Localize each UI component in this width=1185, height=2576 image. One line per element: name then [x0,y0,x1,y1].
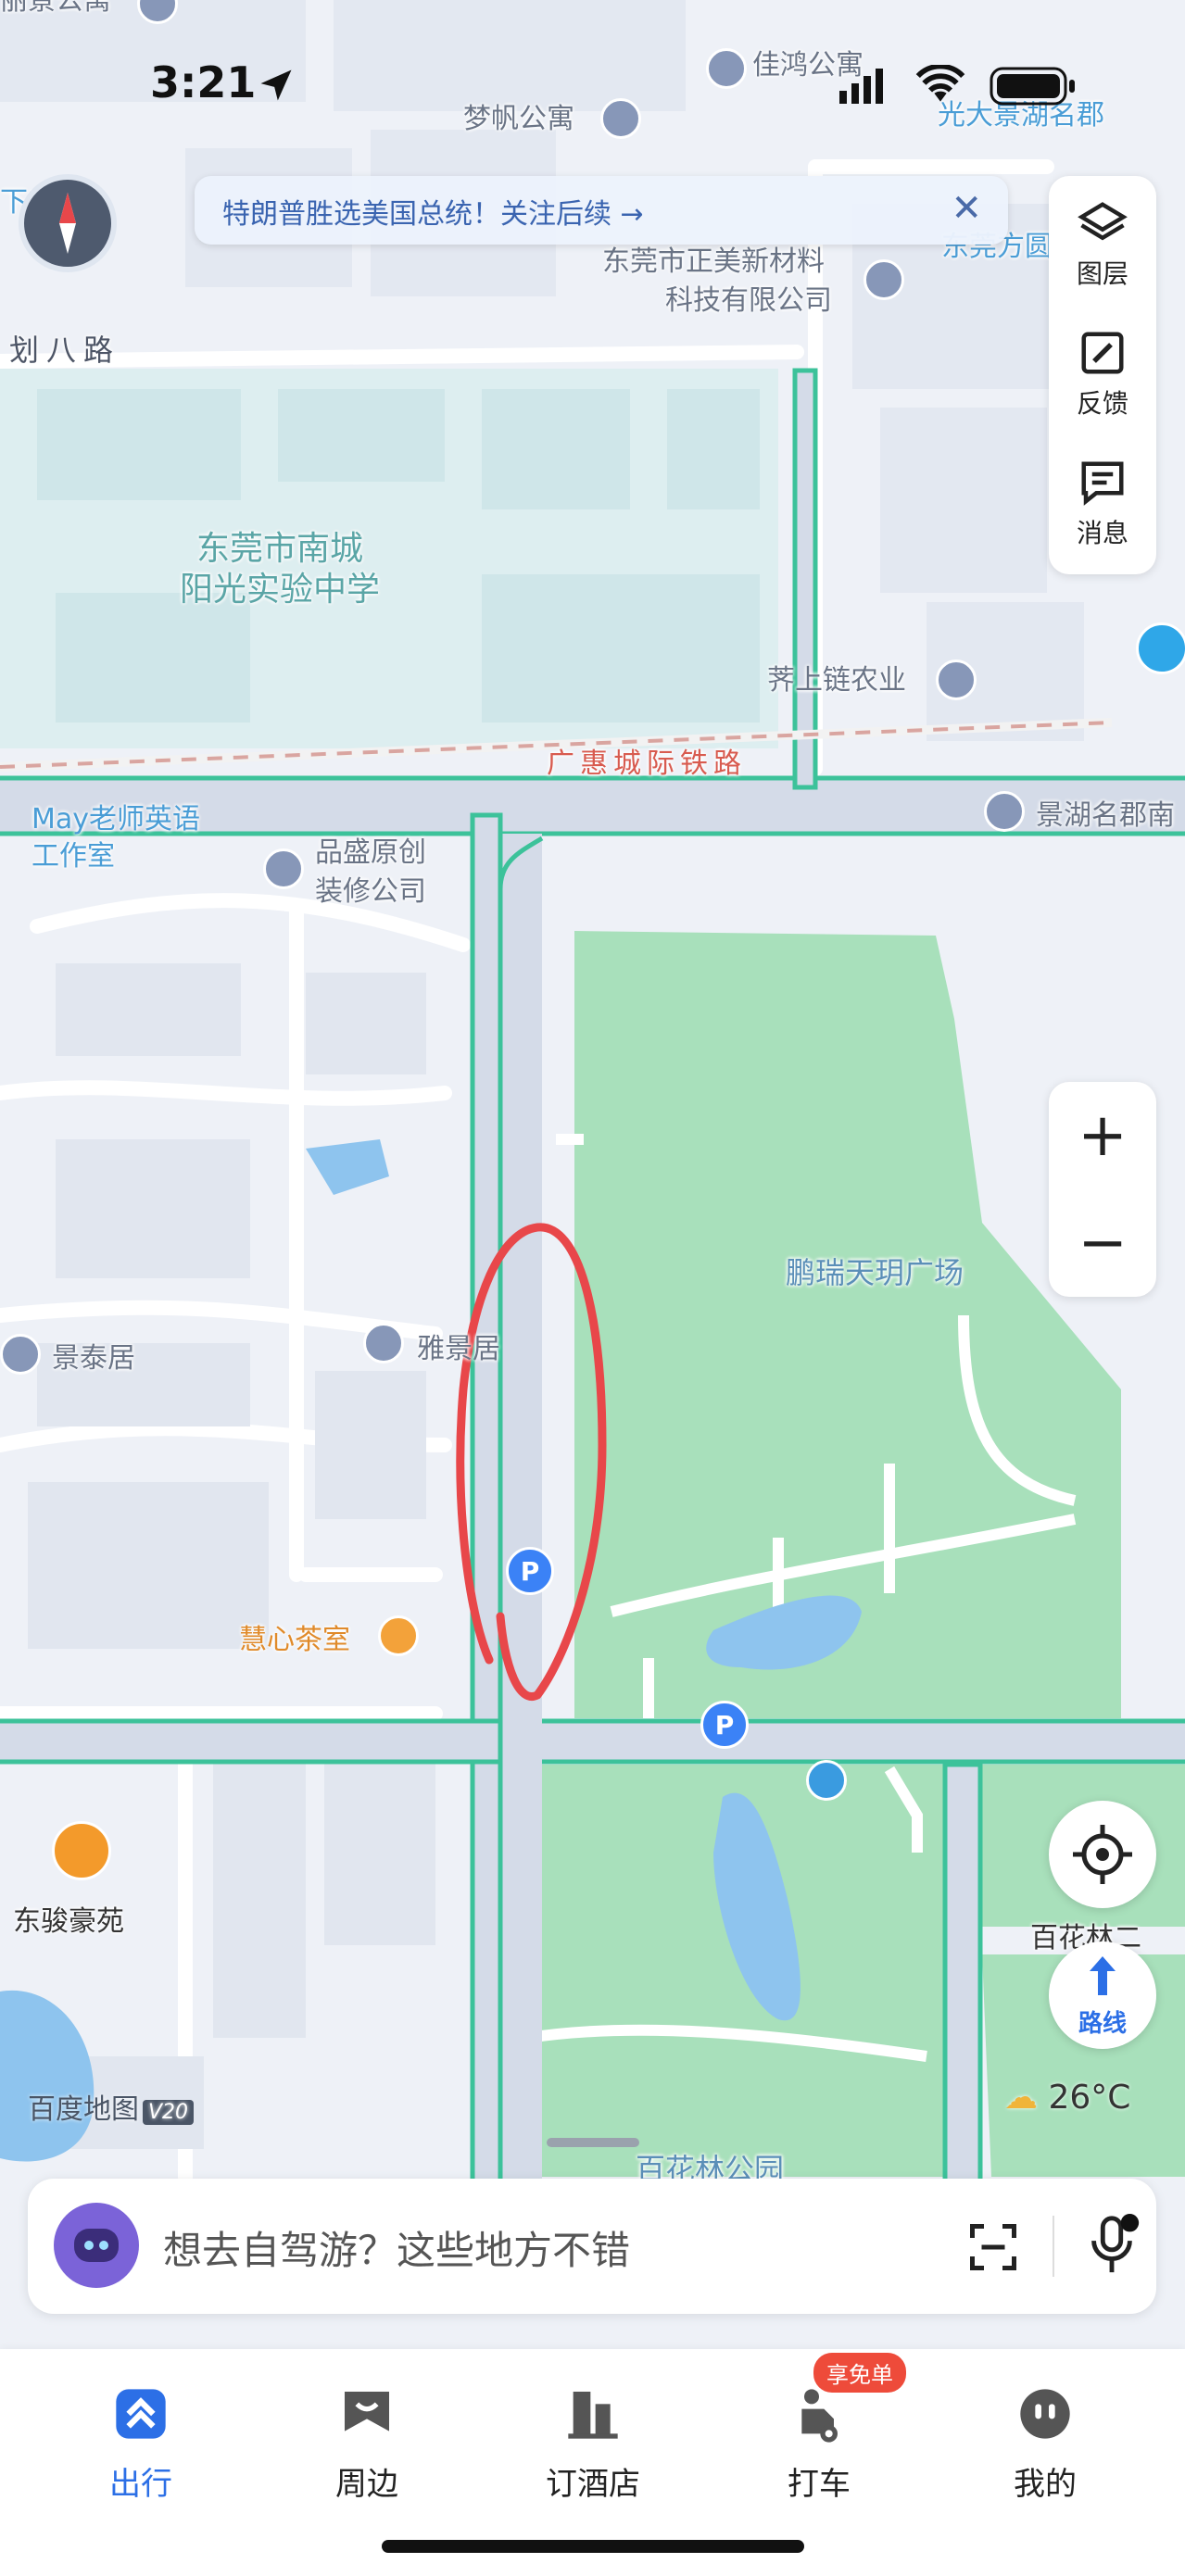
tab-label: 订酒店 [546,2466,640,2503]
locate-icon [1073,1825,1132,1884]
restroom-icon[interactable] [806,1760,847,1801]
building-poi-icon[interactable] [363,1323,404,1363]
status-time: 3:21 [150,57,257,107]
building-poi-icon[interactable] [0,1334,41,1375]
travel-icon [116,2389,166,2439]
map-logo-version: V20 [143,2100,195,2125]
area-label[interactable]: 阳光实验中学 [180,569,380,610]
tab-hotel[interactable]: 订酒店 [510,2371,676,2503]
tab-label: 打车 [788,2466,851,2503]
zoom-control: + − [1049,1082,1156,1297]
area-label[interactable]: 鹏瑞天玥广场 [786,1254,964,1291]
poi-label[interactable]: 东骏豪苑 [13,1904,124,1940]
poi-label[interactable]: 装修公司 [315,874,426,910]
house-icon[interactable] [52,1821,111,1880]
tab-nearby[interactable]: 周边 [284,2371,450,2503]
poi-label[interactable]: 科技有限公司 [665,283,832,319]
layers-label: 图层 [1076,258,1128,289]
map-logo: 百度地图 V20 [28,2086,195,2127]
home-indicator[interactable] [382,2540,804,2553]
poi-label[interactable]: 品盛原创 [315,836,426,871]
poi-label[interactable]: 慧心茶室 [239,1623,350,1658]
poi-label[interactable]: 景泰居 [52,1341,135,1376]
poi-label[interactable]: 梦帆公寓 [463,102,574,137]
profile-icon [1020,2389,1070,2439]
news-banner[interactable]: 特朗普胜选美国总统！关注后续 → ✕ [195,176,1008,245]
weather-icon: ☁ [1004,2079,1038,2117]
area-label[interactable]: 东莞市南城 [196,528,363,570]
close-icon[interactable]: ✕ [951,187,982,230]
wifi-icon [915,63,965,109]
poi-label[interactable]: 荠上链农业 [767,663,906,698]
divider [1053,2216,1054,2277]
building-poi-icon[interactable] [706,48,747,89]
parking-icon[interactable]: P [700,1701,749,1749]
parking-icon[interactable]: P [506,1547,554,1595]
message-icon [1081,461,1124,506]
weather-display: ☁ 26°C [1004,2079,1130,2117]
building-poi-icon[interactable] [984,791,1025,832]
tab-label: 周边 [335,2466,398,2503]
location-arrow-icon [256,65,296,109]
building-poi-icon[interactable] [864,259,904,300]
signal-icon [839,67,886,107]
taxi-badge: 享免单 [813,2353,906,2393]
tab-label: 出行 [109,2466,172,2503]
map-logo-text: 百度地图 [28,2093,139,2126]
feedback-button[interactable]: 反馈 [1049,306,1156,435]
zoom-out-button[interactable]: − [1049,1189,1156,1297]
messages-button[interactable]: 消息 [1049,435,1156,565]
feedback-icon [1081,332,1124,374]
tab-travel[interactable]: 出行 [57,2371,224,2503]
layers-button[interactable]: 图层 [1049,176,1156,306]
hotel-icon [568,2392,618,2439]
building-poi-icon[interactable] [600,98,641,139]
building-poi-icon[interactable] [263,848,304,889]
tab-label: 我的 [1014,2466,1077,2503]
layers-icon [1078,202,1128,241]
tea-icon[interactable] [378,1615,419,1656]
search-placeholder[interactable]: 想去自驾游？这些地方不错 [163,2219,630,2276]
road-label: 划八路 [9,333,121,368]
poi-label[interactable]: 工作室 [32,839,115,874]
railway-label: 广惠城际铁路 [547,748,747,780]
poi-label[interactable]: 丽景公寓 [0,0,111,19]
route-label: 路线 [1078,2010,1127,2038]
scan-icon[interactable] [965,2219,1021,2279]
taxi-icon [801,2389,838,2443]
news-banner-text[interactable]: 特朗普胜选美国总统！关注后续 → [222,191,644,232]
route-icon [1090,1956,1116,1995]
battery-icon [990,67,1078,109]
poi-label[interactable]: 东莞市正美新材料 [602,245,825,280]
feedback-label: 反馈 [1076,388,1128,419]
nearby-icon [345,2392,389,2431]
assistant-avatar[interactable] [54,2203,139,2288]
zoom-in-button[interactable]: + [1049,1082,1156,1189]
compass-button[interactable] [19,174,117,272]
drag-handle[interactable] [547,2138,639,2147]
map-pin-icon[interactable] [1136,622,1185,674]
mic-icon[interactable] [1084,2214,1140,2281]
map-tools-panel: 图层 反馈 消息 [1049,176,1156,574]
search-bar[interactable]: 想去自驾游？这些地方不错 [28,2179,1156,2314]
compass-icon [59,193,76,254]
messages-label: 消息 [1076,518,1128,548]
poi-label[interactable]: 景湖名郡南 [1036,798,1175,834]
route-button[interactable]: 路线 [1049,1941,1156,2049]
locate-button[interactable] [1049,1801,1156,1908]
temperature: 26°C [1048,2079,1131,2117]
tab-profile[interactable]: 我的 [962,2371,1128,2503]
poi-label[interactable]: 雅景居 [417,1332,500,1367]
building-poi-icon[interactable] [936,660,977,700]
poi-label[interactable]: May老师英语 [32,802,200,837]
